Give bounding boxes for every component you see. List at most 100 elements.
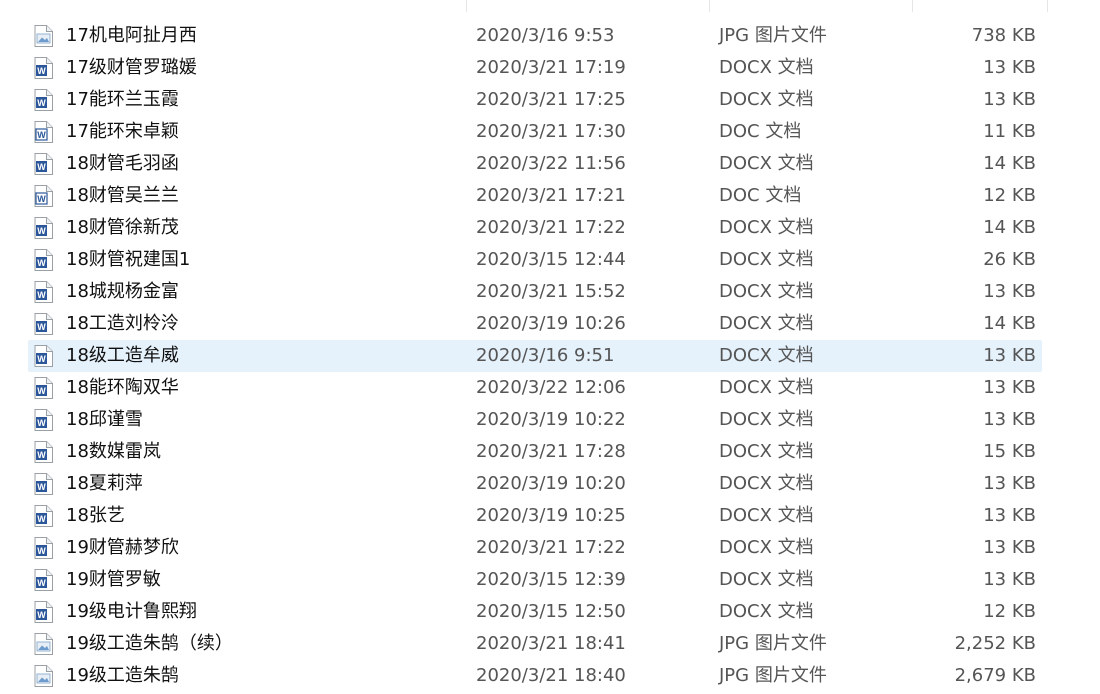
file-name: 18数媒雷岚 xyxy=(66,441,161,462)
svg-text:W: W xyxy=(37,290,46,300)
file-size: 14 KB xyxy=(983,313,1036,334)
docx-file-icon: W xyxy=(34,409,53,431)
column-divider xyxy=(709,0,710,12)
file-modified-date: 2020/3/21 17:25 xyxy=(476,89,626,110)
file-type: DOCX 文档 xyxy=(719,313,814,334)
file-modified-date: 2020/3/21 17:22 xyxy=(476,217,626,238)
file-type: DOCX 文档 xyxy=(719,89,814,110)
jpg-file-icon xyxy=(34,633,53,655)
file-row[interactable]: W 18财管毛羽函 2020/3/22 11:56 DOCX 文档 14 KB xyxy=(0,148,1100,180)
column-divider xyxy=(912,0,913,12)
file-size: 13 KB xyxy=(983,89,1036,110)
svg-text:W: W xyxy=(37,450,46,460)
file-size: 12 KB xyxy=(983,185,1036,206)
docx-file-icon: W xyxy=(34,569,53,591)
file-name: 19财管罗敏 xyxy=(66,569,161,590)
docx-file-icon: W xyxy=(34,441,53,463)
file-type: JPG 图片文件 xyxy=(719,665,827,686)
docx-file-icon: W xyxy=(34,473,53,495)
file-modified-date: 2020/3/21 15:52 xyxy=(476,281,626,302)
file-modified-date: 2020/3/21 18:40 xyxy=(476,665,626,686)
file-row[interactable]: W 18数媒雷岚 2020/3/21 17:28 DOCX 文档 15 KB xyxy=(0,436,1100,468)
file-modified-date: 2020/3/15 12:44 xyxy=(476,249,626,270)
column-divider xyxy=(1047,0,1048,12)
doc-file-icon: W xyxy=(34,121,53,143)
file-row[interactable]: W 18张艺 2020/3/19 10:25 DOCX 文档 13 KB xyxy=(0,500,1100,532)
svg-text:W: W xyxy=(37,66,46,76)
file-row[interactable]: 17机电阿扯月西 2020/3/16 9:53 JPG 图片文件 738 KB xyxy=(0,20,1100,52)
file-row[interactable]: W 19财管赫梦欣 2020/3/21 17:22 DOCX 文档 13 KB xyxy=(0,532,1100,564)
file-size: 11 KB xyxy=(983,121,1036,142)
file-row[interactable]: 19级工造朱鹄 2020/3/21 18:40 JPG 图片文件 2,679 KB xyxy=(0,660,1100,692)
file-modified-date: 2020/3/15 12:39 xyxy=(476,569,626,590)
file-row[interactable]: W 18级工造牟威 2020/3/16 9:51 DOCX 文档 13 KB xyxy=(0,340,1100,372)
docx-file-icon: W xyxy=(34,249,53,271)
file-name: 17机电阿扯月西 xyxy=(66,25,197,46)
file-type: DOCX 文档 xyxy=(719,57,814,78)
svg-text:W: W xyxy=(37,578,46,588)
file-type: DOCX 文档 xyxy=(719,537,814,558)
file-name: 18城规杨金富 xyxy=(66,281,179,302)
file-list: 17机电阿扯月西 2020/3/16 9:53 JPG 图片文件 738 KB W 17级… xyxy=(0,20,1100,692)
file-modified-date: 2020/3/19 10:25 xyxy=(476,505,626,526)
jpg-file-icon xyxy=(34,665,53,687)
file-row[interactable]: W 19级电计鲁熙翔 2020/3/15 12:50 DOCX 文档 12 KB xyxy=(0,596,1100,628)
file-name: 18财管祝建国1 xyxy=(66,249,191,270)
file-row[interactable]: W 17能环兰玉霞 2020/3/21 17:25 DOCX 文档 13 KB xyxy=(0,84,1100,116)
file-size: 13 KB xyxy=(983,345,1036,366)
file-row[interactable]: W 18夏莉萍 2020/3/19 10:20 DOCX 文档 13 KB xyxy=(0,468,1100,500)
svg-text:W: W xyxy=(37,418,46,428)
svg-text:W: W xyxy=(37,322,46,332)
file-name: 19级电计鲁熙翔 xyxy=(66,601,197,622)
file-row[interactable]: W 17级财管罗璐媛 2020/3/21 17:19 DOCX 文档 13 KB xyxy=(0,52,1100,84)
doc-file-icon: W xyxy=(34,185,53,207)
file-modified-date: 2020/3/19 10:22 xyxy=(476,409,626,430)
file-type: DOCX 文档 xyxy=(719,441,814,462)
file-size: 13 KB xyxy=(983,473,1036,494)
docx-file-icon: W xyxy=(34,217,53,239)
file-row[interactable]: W 18财管吴兰兰 2020/3/21 17:21 DOC 文档 12 KB xyxy=(0,180,1100,212)
docx-file-icon: W xyxy=(34,281,53,303)
svg-text:W: W xyxy=(37,482,46,492)
file-row[interactable]: W 18工造刘柃泠 2020/3/19 10:26 DOCX 文档 14 KB xyxy=(0,308,1100,340)
file-row[interactable]: W 18能环陶双华 2020/3/22 12:06 DOCX 文档 13 KB xyxy=(0,372,1100,404)
file-size: 14 KB xyxy=(983,217,1036,238)
file-modified-date: 2020/3/21 18:41 xyxy=(476,633,626,654)
file-name: 18夏莉萍 xyxy=(66,473,143,494)
file-name: 18财管吴兰兰 xyxy=(66,185,179,206)
svg-text:W: W xyxy=(37,386,46,396)
file-modified-date: 2020/3/16 9:53 xyxy=(476,25,615,46)
file-row[interactable]: W 19财管罗敏 2020/3/15 12:39 DOCX 文档 13 KB xyxy=(0,564,1100,596)
docx-file-icon: W xyxy=(34,601,53,623)
file-row[interactable]: W 18财管祝建国1 2020/3/15 12:44 DOCX 文档 26 KB xyxy=(0,244,1100,276)
file-name: 18级工造牟威 xyxy=(66,345,179,366)
file-row[interactable]: W 18邱谨雪 2020/3/19 10:22 DOCX 文档 13 KB xyxy=(0,404,1100,436)
file-type: DOCX 文档 xyxy=(719,409,814,430)
file-modified-date: 2020/3/19 10:26 xyxy=(476,313,626,334)
file-size: 13 KB xyxy=(983,281,1036,302)
svg-text:W: W xyxy=(37,194,46,204)
file-name: 19财管赫梦欣 xyxy=(66,537,179,558)
file-size: 2,252 KB xyxy=(954,633,1036,654)
file-type: JPG 图片文件 xyxy=(719,25,827,46)
file-name: 18工造刘柃泠 xyxy=(66,313,179,334)
file-modified-date: 2020/3/15 12:50 xyxy=(476,601,626,622)
file-size: 12 KB xyxy=(983,601,1036,622)
file-name: 18财管毛羽函 xyxy=(66,153,179,174)
file-row[interactable]: 19级工造朱鹄（续） 2020/3/21 18:41 JPG 图片文件 2,252 K… xyxy=(0,628,1100,660)
svg-text:W: W xyxy=(37,130,46,140)
file-row[interactable]: W 18财管徐新茂 2020/3/21 17:22 DOCX 文档 14 KB xyxy=(0,212,1100,244)
file-name: 18张艺 xyxy=(66,505,125,526)
svg-text:W: W xyxy=(37,162,46,172)
svg-text:W: W xyxy=(37,546,46,556)
file-name: 18财管徐新茂 xyxy=(66,217,179,238)
jpg-file-icon xyxy=(34,25,53,47)
file-size: 13 KB xyxy=(983,57,1036,78)
svg-text:W: W xyxy=(37,514,46,524)
docx-file-icon: W xyxy=(34,377,53,399)
file-type: DOCX 文档 xyxy=(719,377,814,398)
file-row[interactable]: W 17能环宋卓颖 2020/3/21 17:30 DOC 文档 11 KB xyxy=(0,116,1100,148)
file-type: DOCX 文档 xyxy=(719,249,814,270)
file-modified-date: 2020/3/22 11:56 xyxy=(476,153,626,174)
file-row[interactable]: W 18城规杨金富 2020/3/21 15:52 DOCX 文档 13 KB xyxy=(0,276,1100,308)
